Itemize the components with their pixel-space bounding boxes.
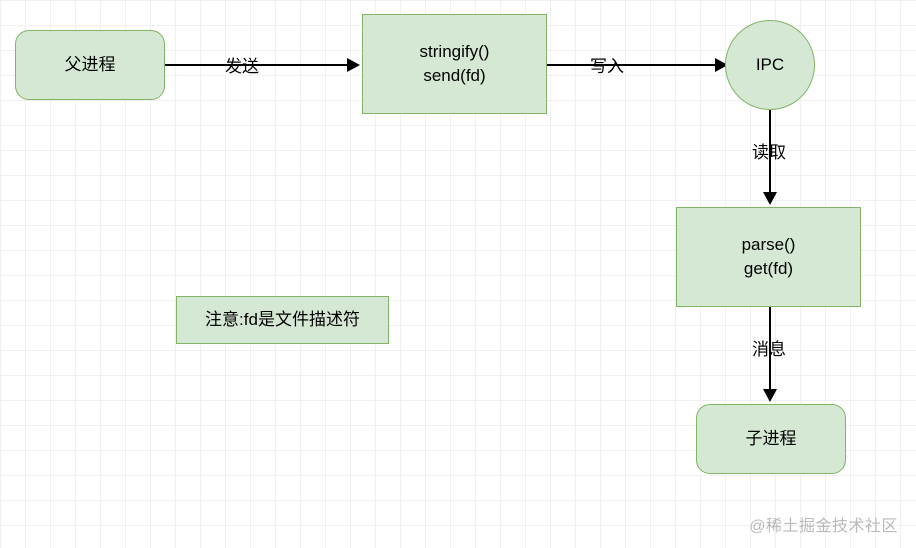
edge-message-label: 消息	[752, 335, 786, 360]
edge-read-label: 读取	[752, 138, 786, 163]
node-child-label: 子进程	[746, 427, 797, 451]
node-stringify-line1: stringify()	[420, 40, 490, 64]
node-parent-label: 父进程	[65, 53, 116, 77]
node-parse-line1: parse()	[742, 233, 796, 257]
edge-write-label: 写入	[590, 52, 624, 77]
node-parse-line2: get(fd)	[744, 257, 793, 281]
edge-send-arrowhead	[347, 58, 360, 72]
edge-write-line	[547, 64, 715, 66]
node-child-process: 子进程	[696, 404, 846, 474]
note-label: 注意:fd是文件描述符	[205, 308, 360, 332]
watermark-text: @稀土掘金技术社区	[749, 512, 898, 536]
node-ipc-label: IPC	[756, 53, 784, 77]
node-stringify-line2: send(fd)	[423, 64, 485, 88]
node-stringify-send: stringify() send(fd)	[362, 14, 547, 114]
node-parent-process: 父进程	[15, 30, 165, 100]
edge-send-label: 发送	[225, 52, 259, 77]
edge-read-arrowhead	[763, 192, 777, 205]
node-parse-get: parse() get(fd)	[676, 207, 861, 307]
edge-message-arrowhead	[763, 389, 777, 402]
note-box: 注意:fd是文件描述符	[176, 296, 389, 344]
node-ipc: IPC	[725, 20, 815, 110]
